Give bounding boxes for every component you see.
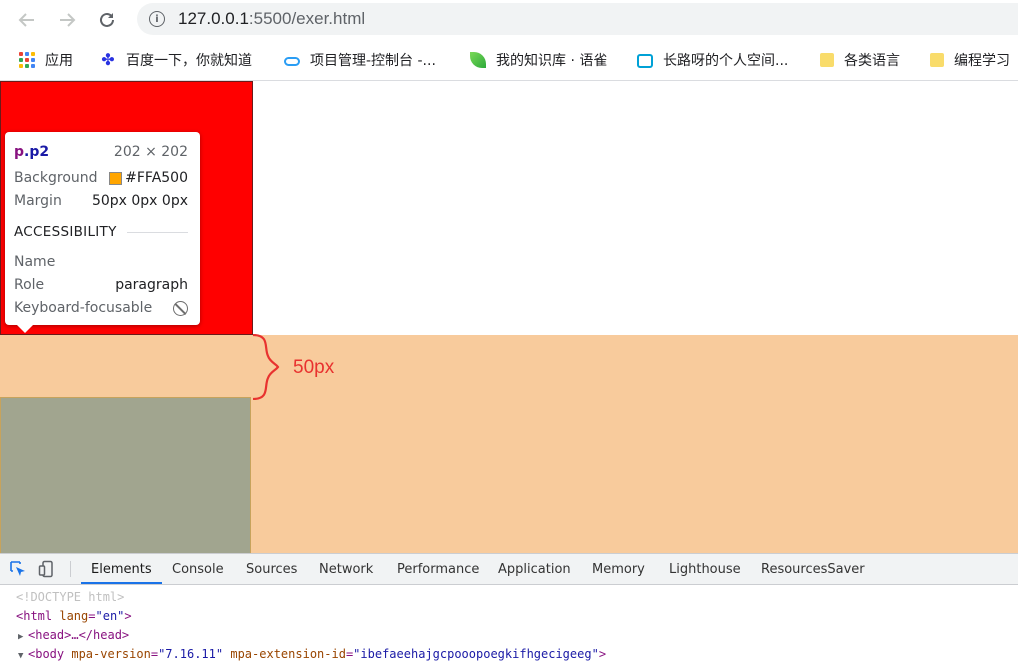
forward-arrow-icon[interactable] bbox=[53, 6, 81, 34]
body-attr-value: "ibefaeehajgcpooopoegkifhgecigeeg" bbox=[353, 647, 599, 661]
bookmark-label: 长路呀的个人空间... bbox=[663, 53, 789, 69]
inspect-tooltip: p.p2 202 × 202 Background #FFA500 Margin… bbox=[5, 132, 200, 333]
devtools-tabbar: Elements Console Sources Network Perform… bbox=[0, 554, 1018, 585]
yuque-leaf-icon bbox=[470, 52, 486, 68]
tab-network[interactable]: Network bbox=[319, 554, 373, 584]
bookmark-label: 项目管理-控制台 -... bbox=[310, 53, 436, 69]
eq-sign: = bbox=[88, 609, 96, 623]
html-lang-value: "en" bbox=[95, 609, 125, 623]
device-toolbar-icon[interactable] bbox=[38, 560, 56, 578]
body-attr-name: mpa-extension-id bbox=[230, 647, 346, 661]
tooltip-focusable-row: Keyboard-focusable bbox=[14, 298, 188, 318]
p2-content-highlight bbox=[0, 397, 251, 553]
reload-icon[interactable] bbox=[93, 6, 121, 34]
url-text[interactable]: 127.0.0.1:5500/exer.html bbox=[178, 9, 365, 29]
site-info-icon[interactable]: i bbox=[149, 11, 165, 27]
collapse-triangle-icon[interactable]: ▼ bbox=[18, 647, 28, 666]
bookmark-bilibili-space[interactable]: 长路呀的个人空间... bbox=[637, 48, 788, 72]
tooltip-name-label: Name bbox=[14, 254, 56, 270]
bookmark-baidu[interactable]: ✤ 百度一下，你就知道 bbox=[100, 48, 252, 72]
html-lang-attr: lang bbox=[59, 609, 89, 623]
bookmark-project-console[interactable]: 项目管理-控制台 -... bbox=[284, 48, 436, 72]
not-allowed-icon bbox=[173, 300, 188, 316]
tooltip-tag: p bbox=[14, 144, 25, 160]
inspect-element-icon[interactable] bbox=[9, 560, 27, 578]
html-tag: <html bbox=[16, 609, 53, 623]
baidu-paw-icon: ✤ bbox=[101, 50, 115, 69]
back-arrow-icon[interactable] bbox=[13, 6, 41, 34]
cloud-icon bbox=[284, 57, 300, 66]
html-close-bracket: > bbox=[124, 609, 132, 623]
tooltip-name-row: Name bbox=[14, 252, 188, 272]
tab-performance[interactable]: Performance bbox=[397, 554, 479, 584]
tooltip-background-label: Background bbox=[14, 170, 98, 186]
dom-tree: <!DOCTYPE html> <html lang="en"> ▶ <head>… bbox=[0, 585, 1018, 661]
tab-elements[interactable]: Elements bbox=[81, 554, 162, 584]
body-tag: <body bbox=[28, 647, 65, 661]
bookmark-apps[interactable]: 应用 bbox=[19, 48, 73, 72]
tab-application[interactable]: Application bbox=[498, 554, 571, 584]
margin-annotation-label: 50px bbox=[293, 357, 335, 378]
dom-node-doctype[interactable]: <!DOCTYPE html> bbox=[16, 588, 124, 607]
url-host: 127.0.0.1 bbox=[178, 9, 249, 28]
tooltip-role-label: Role bbox=[14, 277, 45, 293]
doctype-text: <!DOCTYPE html> bbox=[16, 590, 125, 604]
folder-icon bbox=[930, 53, 944, 67]
eq-sign: = bbox=[150, 647, 159, 661]
dom-node-html[interactable]: <html lang="en"> bbox=[16, 607, 132, 626]
bookmark-label: 编程学习 bbox=[954, 53, 1010, 69]
tab-console[interactable]: Console bbox=[172, 554, 224, 584]
tooltip-margin-row: Margin 50px 0px 0px bbox=[14, 191, 188, 211]
accessibility-title: ACCESSIBILITY bbox=[14, 224, 117, 240]
tooltip-class: .p2 bbox=[24, 144, 50, 160]
tooltip-background-row: Background #FFA500 bbox=[14, 168, 188, 188]
dom-node-body[interactable]: ▼ <body mpa-version="7.16.11" mpa-extensi… bbox=[18, 645, 606, 666]
address-bar-row: i 127.0.0.1:5500/exer.html bbox=[0, 0, 1018, 40]
bookmarks-bar: 应用 ✤ 百度一下，你就知道 项目管理-控制台 -... 我的知识库 · 语雀 … bbox=[0, 40, 1018, 81]
tooltip-role-value: paragraph bbox=[115, 277, 188, 293]
body-attr-value: "7.16.11" bbox=[158, 647, 224, 661]
tooltip-header: p.p2 202 × 202 bbox=[14, 142, 188, 162]
bookmark-label: 百度一下，你就知道 bbox=[126, 53, 252, 69]
body-attr-name: mpa-version bbox=[71, 647, 151, 661]
apps-grid-icon bbox=[19, 52, 35, 68]
tooltip-focusable-label: Keyboard-focusable bbox=[14, 300, 153, 316]
bookmark-folder-languages[interactable]: 各类语言 bbox=[820, 48, 900, 72]
body-close-bracket: > bbox=[598, 647, 607, 661]
tooltip-dimensions: 202 × 202 bbox=[113, 144, 188, 160]
omnibox[interactable]: i 127.0.0.1:5500/exer.html bbox=[137, 3, 1018, 35]
bookmark-label: 应用 bbox=[45, 53, 73, 69]
dom-node-head[interactable]: ▶ <head>…</head> bbox=[18, 626, 129, 647]
bilibili-tv-icon bbox=[637, 54, 653, 68]
devtools-panel: Elements Console Sources Network Perform… bbox=[0, 553, 1018, 661]
tooltip-margin-value: 50px 0px 0px bbox=[91, 193, 188, 209]
tab-memory[interactable]: Memory bbox=[592, 554, 645, 584]
tab-sources[interactable]: Sources bbox=[246, 554, 297, 584]
divider bbox=[126, 231, 188, 233]
folder-icon bbox=[820, 53, 834, 67]
tooltip-margin-label: Margin bbox=[14, 193, 62, 209]
margin-brace-icon bbox=[252, 334, 280, 400]
tooltip-role-row: Role paragraph bbox=[14, 275, 188, 295]
head-tag: <head>…</head> bbox=[28, 628, 130, 642]
tab-lighthouse[interactable]: Lighthouse bbox=[669, 554, 741, 584]
bookmark-yuque[interactable]: 我的知识库 · 语雀 bbox=[470, 48, 607, 72]
toolbar-divider bbox=[70, 561, 71, 577]
tooltip-accessibility-heading: ACCESSIBILITY bbox=[14, 224, 188, 240]
color-swatch-icon bbox=[109, 171, 123, 185]
bookmark-folder-programming[interactable]: 编程学习 bbox=[930, 48, 1010, 72]
tab-resourcessaver[interactable]: ResourcesSaver bbox=[761, 554, 865, 584]
url-path: :5500/exer.html bbox=[248, 9, 366, 28]
page-viewport: 50px p.p2 202 × 202 Background #FFA500 M… bbox=[0, 81, 1018, 553]
tooltip-selector: p.p2 bbox=[14, 144, 49, 160]
tooltip-background-value: #FFA500 bbox=[125, 170, 188, 186]
bookmark-label: 我的知识库 · 语雀 bbox=[496, 53, 608, 69]
bookmark-label: 各类语言 bbox=[844, 53, 900, 69]
